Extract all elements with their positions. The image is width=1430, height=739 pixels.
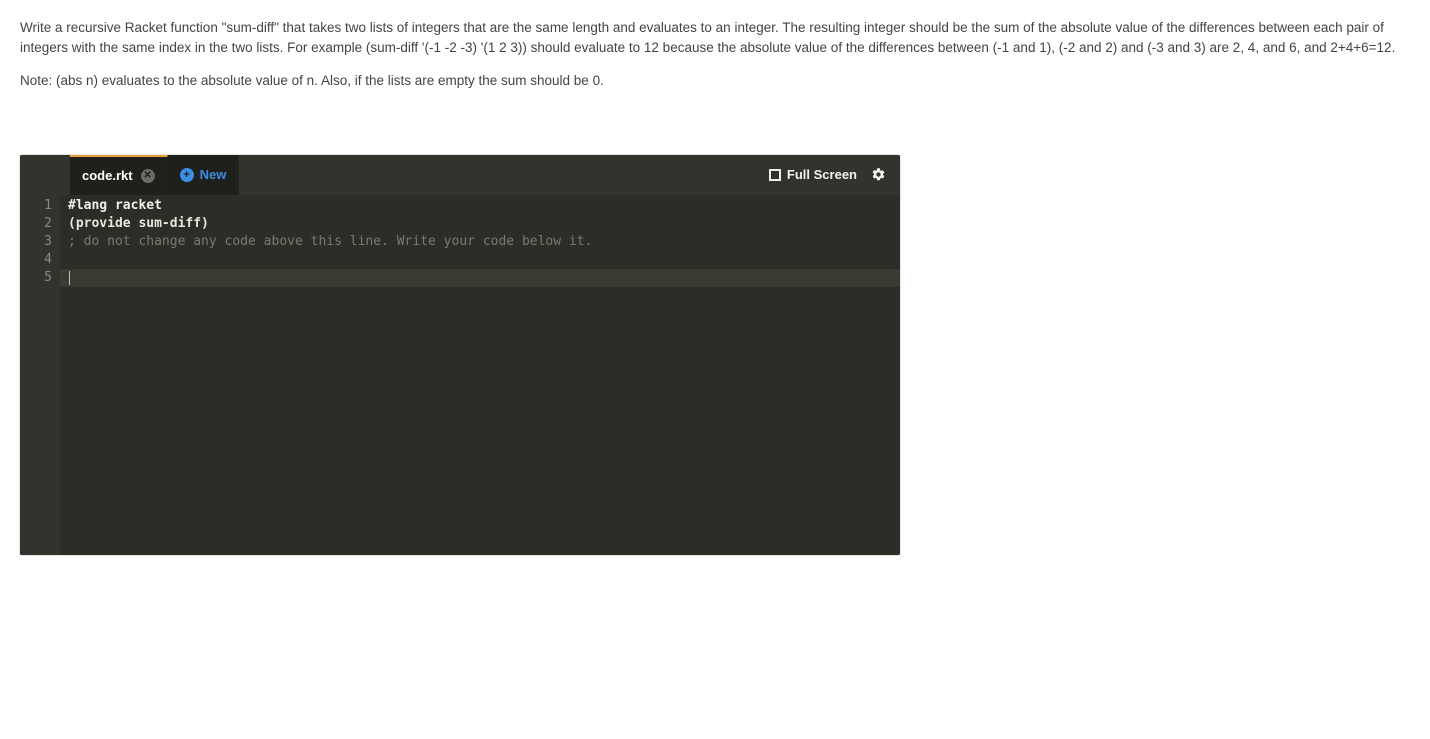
tab-filename-label: code.rkt bbox=[82, 168, 133, 183]
gear-icon[interactable] bbox=[871, 167, 886, 182]
text-cursor bbox=[69, 271, 70, 285]
editor-toolbar-right: Full Screen bbox=[769, 155, 900, 195]
code-text-area[interactable]: #lang racket (provide sum-diff) ; do not… bbox=[60, 195, 900, 555]
tab-code-rkt[interactable]: code.rkt ✕ bbox=[70, 155, 168, 195]
gutter-line-number: 4 bbox=[20, 251, 52, 269]
code-text: (provide sum-diff) bbox=[68, 216, 209, 231]
gutter-line-number: 3 bbox=[20, 233, 52, 251]
new-tab-button[interactable]: + New bbox=[168, 155, 240, 195]
line-gutter: 1 2 3 4 5 bbox=[20, 195, 60, 555]
new-tab-label: New bbox=[200, 167, 227, 182]
code-editor: code.rkt ✕ + New Full Screen 1 2 3 4 5 #… bbox=[20, 155, 900, 555]
code-text: ; do not change any code above this line… bbox=[68, 234, 592, 249]
plus-icon: + bbox=[180, 168, 194, 182]
fullscreen-icon bbox=[769, 169, 781, 181]
problem-description: Write a recursive Racket function "sum-d… bbox=[0, 0, 1430, 125]
gutter-line-number: 5 bbox=[20, 269, 52, 287]
editor-body[interactable]: 1 2 3 4 5 #lang racket (provide sum-diff… bbox=[20, 195, 900, 555]
code-line: (provide sum-diff) bbox=[68, 215, 900, 233]
code-line: ; do not change any code above this line… bbox=[68, 233, 900, 251]
fullscreen-label: Full Screen bbox=[787, 167, 857, 182]
code-line: #lang racket bbox=[68, 197, 900, 215]
editor-tab-bar: code.rkt ✕ + New Full Screen bbox=[20, 155, 900, 195]
problem-paragraph-1: Write a recursive Racket function "sum-d… bbox=[20, 18, 1410, 57]
gutter-line-number: 1 bbox=[20, 197, 52, 215]
code-line-active bbox=[60, 269, 900, 287]
close-icon[interactable]: ✕ bbox=[141, 169, 155, 183]
code-line bbox=[68, 251, 900, 269]
problem-paragraph-2: Note: (abs n) evaluates to the absolute … bbox=[20, 71, 1410, 91]
gutter-line-number: 2 bbox=[20, 215, 52, 233]
fullscreen-button[interactable]: Full Screen bbox=[769, 167, 857, 182]
code-text: #lang racket bbox=[68, 198, 162, 213]
